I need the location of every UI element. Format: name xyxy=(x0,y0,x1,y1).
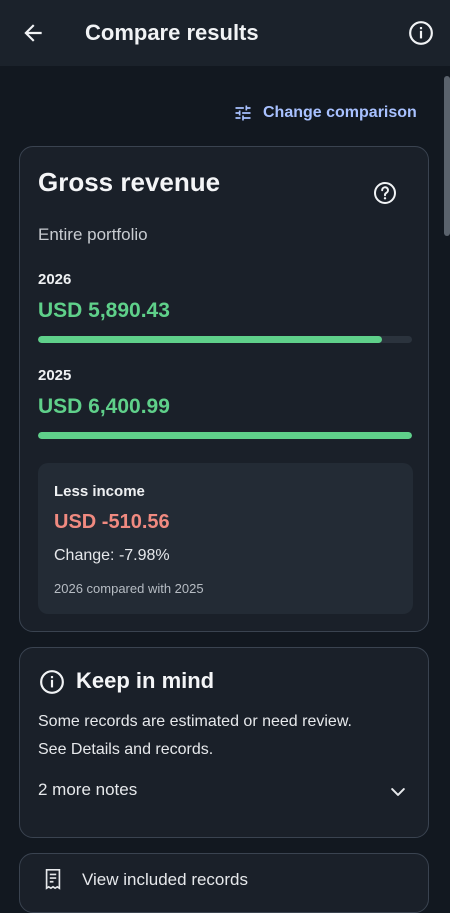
help-icon[interactable] xyxy=(373,181,397,205)
page-title: Compare results xyxy=(85,20,259,45)
chevron-down-icon[interactable] xyxy=(388,782,408,802)
difference-amount: USD -510.56 xyxy=(54,511,170,533)
gross-revenue-card: Gross revenue Entire portfolio 2026 USD … xyxy=(19,146,429,632)
notes-text: Some records are estimated or need revie… xyxy=(38,713,352,758)
current-year-label: 2026 xyxy=(38,271,72,288)
receipt-icon xyxy=(45,869,61,890)
notes-title: Keep in mind xyxy=(76,668,215,693)
current-amount: USD 5,890.43 xyxy=(38,299,170,322)
current-progress-fill xyxy=(38,336,383,343)
card-title: Gross revenue xyxy=(38,167,221,197)
summary-label: Less income xyxy=(54,483,145,500)
change-comparison-button[interactable]: Change comparison xyxy=(233,101,417,125)
previous-amount: USD 6,400.99 xyxy=(38,395,170,418)
back-arrow-icon[interactable] xyxy=(20,20,46,46)
previous-year-label: 2025 xyxy=(38,367,72,384)
change-percent: Change: -7.98% xyxy=(54,547,170,564)
view-records-card[interactable]: View included records xyxy=(19,853,429,913)
app-bar: Compare results xyxy=(0,0,450,66)
info-icon xyxy=(40,670,64,694)
more-notes-toggle[interactable]: 2 more notes xyxy=(38,780,137,800)
previous-progress-fill xyxy=(38,432,412,439)
difference-summary: Less income USD -510.56 Change: -7.98% 2… xyxy=(38,463,413,614)
portfolio-scope: Entire portfolio xyxy=(38,225,148,244)
keep-in-mind-card: Keep in mind Some records are estimated … xyxy=(19,647,429,838)
change-comparison-label: Change comparison xyxy=(263,104,417,121)
info-icon[interactable] xyxy=(408,20,434,46)
current-progress-track xyxy=(38,336,412,343)
previous-progress-track xyxy=(38,432,412,439)
comparison-note: 2026 compared with 2025 xyxy=(54,581,204,596)
scrollbar[interactable] xyxy=(444,76,450,236)
tune-icon xyxy=(235,105,251,121)
view-records-label: View included records xyxy=(82,870,248,889)
